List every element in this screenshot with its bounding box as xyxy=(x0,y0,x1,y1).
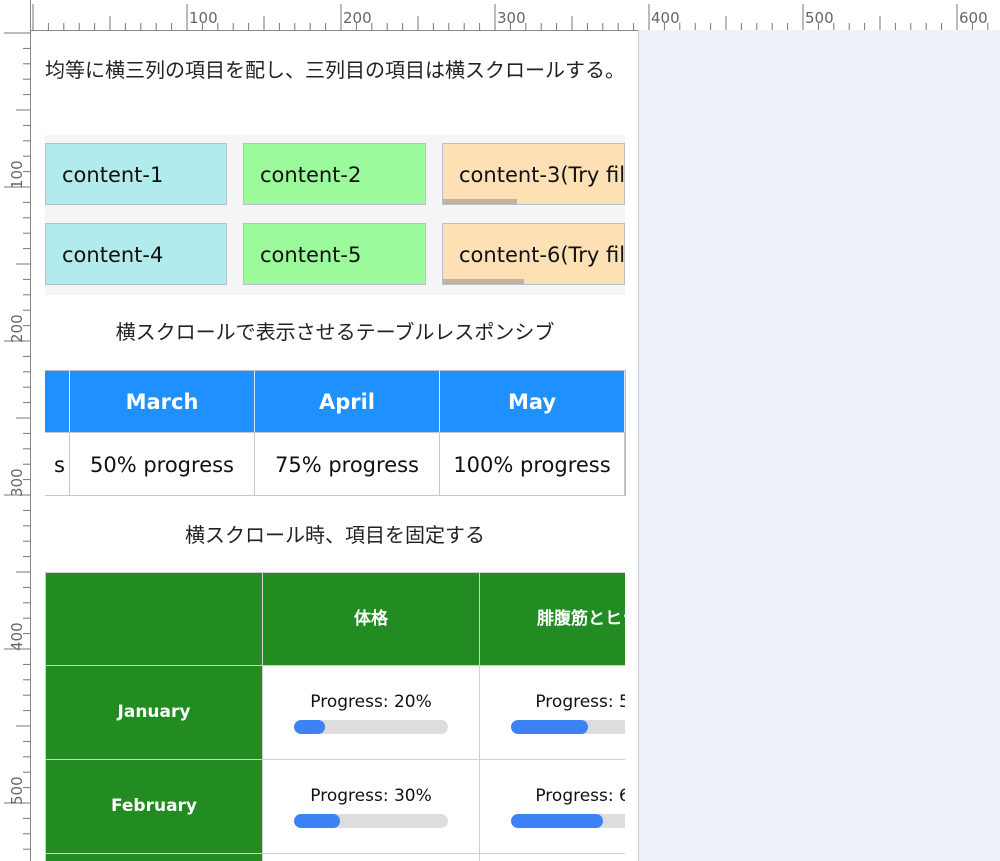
responsive-viewport[interactable]: 均等に横三列の項目を配し、三列目の項目は横スクロールする。 content-1 … xyxy=(31,31,638,861)
progress-label: Progress: 30% xyxy=(310,786,432,806)
grid-item-scrollable[interactable]: content-6(Try fill xyxy=(442,223,625,285)
grid-item: content-1 xyxy=(45,143,227,205)
horizontal-scrollbar[interactable] xyxy=(443,199,517,204)
section-heading-sticky: 横スクロール時、項目を固定する xyxy=(185,523,485,547)
table-cell-partial xyxy=(479,853,625,861)
table-header-cell: March xyxy=(70,370,255,432)
column-header: 腓腹筋とヒラ xyxy=(479,572,625,666)
progress-label: Progress: 50 xyxy=(535,692,625,712)
progress-fill xyxy=(294,720,325,734)
grid-item-scrollable[interactable]: content-3(Try fill xyxy=(442,143,625,205)
progress-label: Progress: 60 xyxy=(535,786,625,806)
ruler-label: 300 xyxy=(8,468,26,497)
table-cell-partial: s xyxy=(45,432,70,496)
progress-bar xyxy=(294,720,448,734)
progress-bar xyxy=(511,814,625,828)
grid-item: content-5 xyxy=(243,223,426,285)
progress-cell: Progress: 50 xyxy=(479,665,625,760)
progress-cell: Progress: 30% xyxy=(262,759,480,854)
horizontal-scrollbar[interactable] xyxy=(443,279,524,284)
progress-cell: Progress: 20% xyxy=(262,665,480,760)
table-cell: 75% progress xyxy=(255,432,440,496)
ruler-label: 200 xyxy=(343,9,372,27)
ruler-corner xyxy=(0,0,30,30)
ruler-label: 300 xyxy=(497,9,526,27)
column-header: 体格 xyxy=(262,572,480,666)
progress-bar xyxy=(294,814,448,828)
ruler-label: 200 xyxy=(8,314,26,343)
corner-header-cell xyxy=(45,572,263,666)
ruler-label: 400 xyxy=(8,622,26,651)
table-cell: 50% progress xyxy=(70,432,255,496)
progress-bar xyxy=(511,720,625,734)
row-header-partial xyxy=(45,853,263,861)
horizontal-ruler: 100 200 300 400 500 600 xyxy=(0,0,1000,31)
three-column-grid: content-1 content-2 content-3(Try fill c… xyxy=(45,135,625,295)
sticky-column-table[interactable]: 体格 腓腹筋とヒラ January Progress: 20% Progress… xyxy=(45,572,625,861)
section-heading-table: 横スクロールで表示させるテーブルレスポンシブ xyxy=(115,320,555,344)
progress-fill xyxy=(294,814,341,828)
grid-item: content-2 xyxy=(243,143,426,205)
grid-item-label: content-6(Try fill xyxy=(459,243,625,267)
row-header-february: February xyxy=(45,759,263,854)
table-header-cell: May xyxy=(440,370,625,432)
row-header-january: January xyxy=(45,665,263,760)
section-heading-grid: 均等に横三列の項目を配し、三列目の項目は横スクロールする。 xyxy=(45,58,625,82)
ruler-label: 500 xyxy=(8,776,26,805)
table-header-cell: April xyxy=(255,370,440,432)
ruler-label: 600 xyxy=(959,9,988,27)
table-cell-partial xyxy=(262,853,480,861)
table-cell: 100% progress xyxy=(440,432,625,496)
progress-label: Progress: 20% xyxy=(310,692,432,712)
vertical-ruler: 100 200 300 400 500 xyxy=(0,0,31,861)
responsive-table[interactable]: March April May s 50% progress 75% progr… xyxy=(45,370,626,496)
grid-item: content-4 xyxy=(45,223,227,285)
ruler-label: 100 xyxy=(189,9,218,27)
ruler-label: 400 xyxy=(651,9,680,27)
grid-item-label: content-3(Try fill xyxy=(459,163,625,187)
progress-fill xyxy=(511,814,604,828)
ruler-label: 500 xyxy=(805,9,834,27)
table-header-cell-partial xyxy=(45,370,70,432)
device-background xyxy=(638,30,1000,861)
ruler-label: 100 xyxy=(8,160,26,189)
progress-fill xyxy=(511,720,588,734)
progress-cell: Progress: 60 xyxy=(479,759,625,854)
